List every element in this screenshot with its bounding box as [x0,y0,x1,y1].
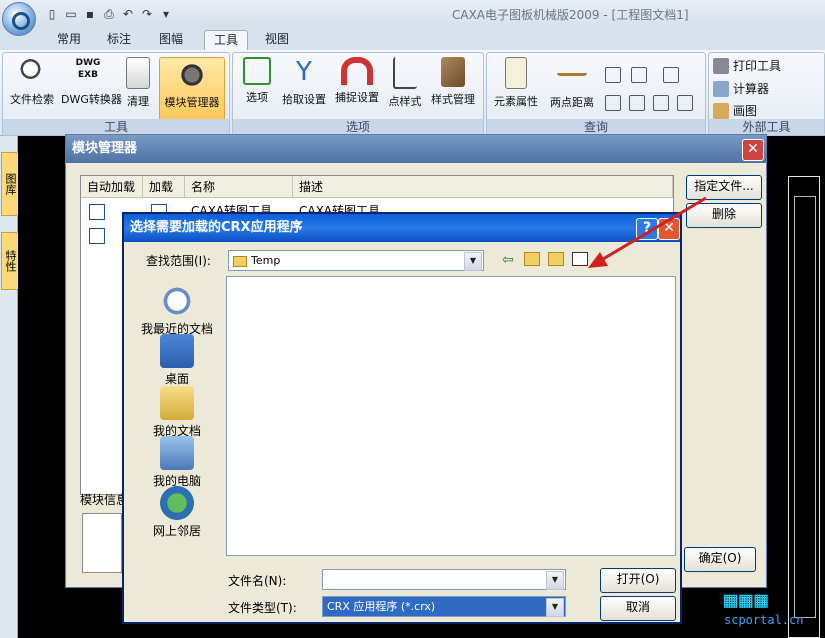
watermark: ▦▦▦ scportal.cn [724,588,819,628]
watermark-logo: ▦▦▦ [724,588,770,613]
watermark-text: scportal.cn [724,613,804,627]
application-menu-button[interactable] [2,2,36,36]
annotation-arrow [588,196,707,268]
